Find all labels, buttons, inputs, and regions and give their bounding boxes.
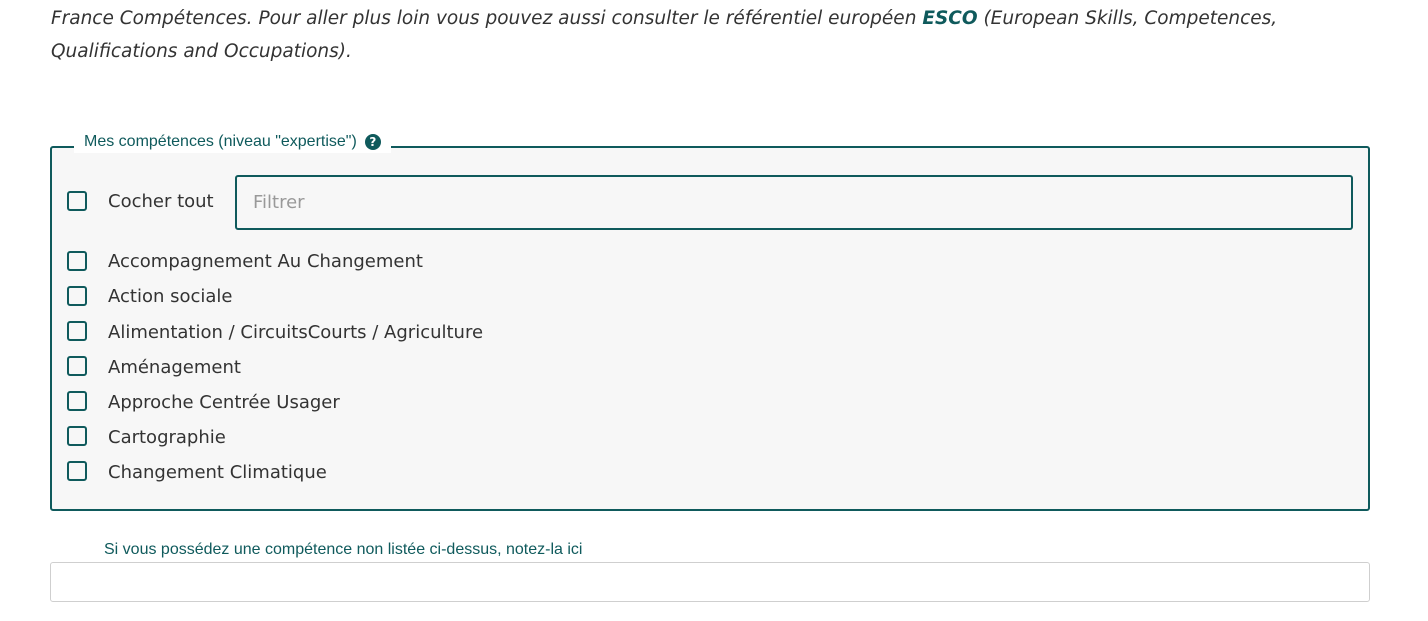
other-skill-label: Si vous possédez une compétence non list… <box>96 540 591 560</box>
intro-paragraph: France Compétences. Pour aller plus loin… <box>51 2 1381 68</box>
skill-label-alimentation[interactable]: Alimentation / CircuitsCourts / Agricult… <box>108 322 483 344</box>
other-skill-input[interactable] <box>50 562 1370 602</box>
skill-label-amenagement[interactable]: Aménagement <box>108 357 241 379</box>
skill-label-approche-centree-usager[interactable]: Approche Centrée Usager <box>108 392 340 414</box>
skills-legend: Mes compétences (niveau "expertise") ? <box>74 131 391 153</box>
skills-legend-text: Mes compétences (niveau "expertise") <box>84 133 357 150</box>
check-all-label[interactable]: Cocher tout <box>108 191 214 213</box>
skill-checkbox-accompagnement[interactable] <box>67 251 87 271</box>
filter-input[interactable] <box>235 175 1353 230</box>
skill-checkbox-cartographie[interactable] <box>67 426 87 446</box>
intro-text-before: France Compétences. Pour aller plus loin… <box>51 8 923 29</box>
question-circle-icon[interactable]: ? <box>364 134 381 150</box>
esco-link[interactable]: ESCO <box>922 8 977 29</box>
skill-label-cartographie[interactable]: Cartographie <box>108 427 226 449</box>
skill-label-accompagnement[interactable]: Accompagnement Au Changement <box>108 251 423 273</box>
skill-checkbox-approche-centree-usager[interactable] <box>67 391 87 411</box>
skills-list[interactable]: Accompagnement Au Changement Action soci… <box>52 240 1368 486</box>
skill-checkbox-amenagement[interactable] <box>67 356 87 376</box>
skill-checkbox-alimentation[interactable] <box>67 321 87 341</box>
skill-checkbox-changement-climatique[interactable] <box>67 461 87 481</box>
check-all-checkbox[interactable] <box>67 191 87 211</box>
skill-label-action-sociale[interactable]: Action sociale <box>108 286 233 308</box>
skill-label-changement-climatique[interactable]: Changement Climatique <box>108 462 327 484</box>
skill-checkbox-action-sociale[interactable] <box>67 286 87 306</box>
